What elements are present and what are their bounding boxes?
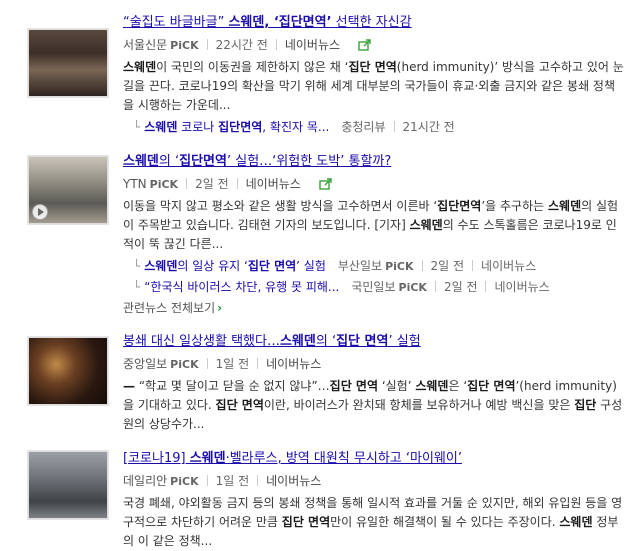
- play-icon: [32, 204, 48, 220]
- time-ago: 1일 전: [215, 474, 250, 488]
- article-title[interactable]: “술집도 바글바글” 스웨덴, ‘집단면역’ 선택한 자신감: [123, 14, 625, 32]
- open-link-icon[interactable]: [358, 37, 372, 57]
- naver-news-link[interactable]: 네이버뉴스: [494, 280, 549, 294]
- title-rest: 선택한 자신감: [331, 15, 412, 30]
- related-article[interactable]: └ “한국식 바이러스 차단, 유행 못 피해... 국민일보 PiCK 2일 전 네이버…: [123, 277, 625, 298]
- related-article[interactable]: └ 스웨덴의 일상 유지 ‘집단 면역’ 실험 부산일보 PiCK 2일 전 네이버뉴스: [123, 256, 625, 277]
- article-meta: 중앙일보 PiCK 1일 전 네이버뉴스: [123, 354, 625, 374]
- naver-news-link[interactable]: 네이버뉴스: [481, 259, 536, 273]
- press-name[interactable]: 데일리안: [123, 474, 167, 488]
- naver-news-link[interactable]: 네이버뉴스: [266, 357, 321, 371]
- pick-badge: PiCK: [398, 281, 427, 294]
- related-time: 2일 전: [430, 259, 465, 273]
- naver-news-link[interactable]: 네이버뉴스: [266, 474, 321, 488]
- related-title[interactable]: 스웨덴 코로나 집단면역, 확진자 목...: [144, 120, 329, 134]
- naver-news-link[interactable]: 네이버뉴스: [246, 177, 301, 191]
- time-ago: 22시간 전: [215, 38, 268, 52]
- article-description: 스웨덴이 국민의 이동권을 제한하지 않은 채 ‘집단 면역(herd immu…: [123, 60, 624, 112]
- article-meta: 서울신문 PiCK 22시간 전 네이버뉴스: [123, 35, 625, 55]
- related-article[interactable]: └ 스웨덴 코로나 집단면역, 확진자 목... 충청리뷰 21시간 전: [123, 117, 625, 137]
- pick-badge: PiCK: [149, 178, 179, 191]
- article-description: 이동을 막지 않고 평소와 같은 생활 방식을 고수하면서 이른바 ‘집단면역’…: [123, 199, 619, 251]
- naver-news-link[interactable]: 네이버뉴스: [285, 38, 340, 52]
- article-thumbnail[interactable]: [27, 155, 109, 225]
- article-description: 국경 폐쇄, 야외활동 금지 등의 봉쇄 정책을 통해 일시적 효과를 거둘 순…: [123, 496, 623, 548]
- press-name[interactable]: 서울신문: [123, 38, 167, 52]
- pick-badge: PiCK: [170, 358, 199, 371]
- article-meta: YTN PiCK 2일 전 네이버뉴스: [123, 174, 625, 194]
- related-time: 2일 전: [443, 280, 478, 294]
- title-rest: 의 ‘집단 면역’ 실험: [315, 334, 421, 349]
- article-description: — “학교 몇 달이고 닫을 순 없지 않냐”…집단 면역 ‘실험’ 스웨덴은 …: [123, 379, 623, 431]
- related-source[interactable]: 국민일보: [351, 280, 395, 294]
- time-ago: 2일 전: [195, 177, 229, 191]
- related-title[interactable]: 스웨덴의 일상 유지 ‘집단 면역’ 실험: [144, 259, 326, 273]
- related-title[interactable]: “한국식 바이러스 차단, 유행 못 피해...: [144, 280, 339, 294]
- article-title[interactable]: 스웨덴의 ‘집단면역’ 실험…‘위험한 도박’ 통할까?: [123, 153, 625, 171]
- related-source[interactable]: 부산일보: [338, 259, 382, 273]
- press-name[interactable]: YTN: [123, 177, 147, 191]
- related-news-all-link[interactable]: 관련뉴스 전체보기 ›: [123, 298, 625, 318]
- article-title[interactable]: 봉쇄 대신 일상생활 택했다…스웨덴의 ‘집단 면역’ 실험: [123, 333, 625, 351]
- article-title[interactable]: [코로나19] 스웨덴·벨라루스, 방역 대원칙 무시하고 ‘마이웨이’: [123, 450, 625, 468]
- article-thumbnail[interactable]: [27, 336, 109, 406]
- pick-badge: PiCK: [385, 260, 414, 273]
- pick-badge: PiCK: [170, 475, 199, 488]
- article-thumbnail[interactable]: [27, 28, 109, 98]
- article-meta: 데일리안 PiCK 1일 전 네이버뉴스: [123, 471, 625, 491]
- news-list: “술집도 바글바글” 스웨덴, ‘집단면역’ 선택한 자신감 서울신문 PiCK 2…: [0, 0, 637, 551]
- title-rest: 의 ‘집단면역’ 실험…‘위험한 도박’ 통할까?: [158, 154, 392, 169]
- article-thumbnail[interactable]: [27, 450, 109, 520]
- time-ago: 1일 전: [215, 357, 250, 371]
- related-time: 21시간 전: [402, 120, 455, 134]
- open-link-icon[interactable]: [318, 176, 333, 196]
- title-rest: ·벨라루스, 방역 대원칙 무시하고 ‘마이웨이’: [225, 451, 462, 466]
- related-source[interactable]: 충청리뷰: [341, 120, 385, 134]
- pick-badge: PiCK: [170, 39, 199, 52]
- press-name[interactable]: 중앙일보: [123, 357, 167, 371]
